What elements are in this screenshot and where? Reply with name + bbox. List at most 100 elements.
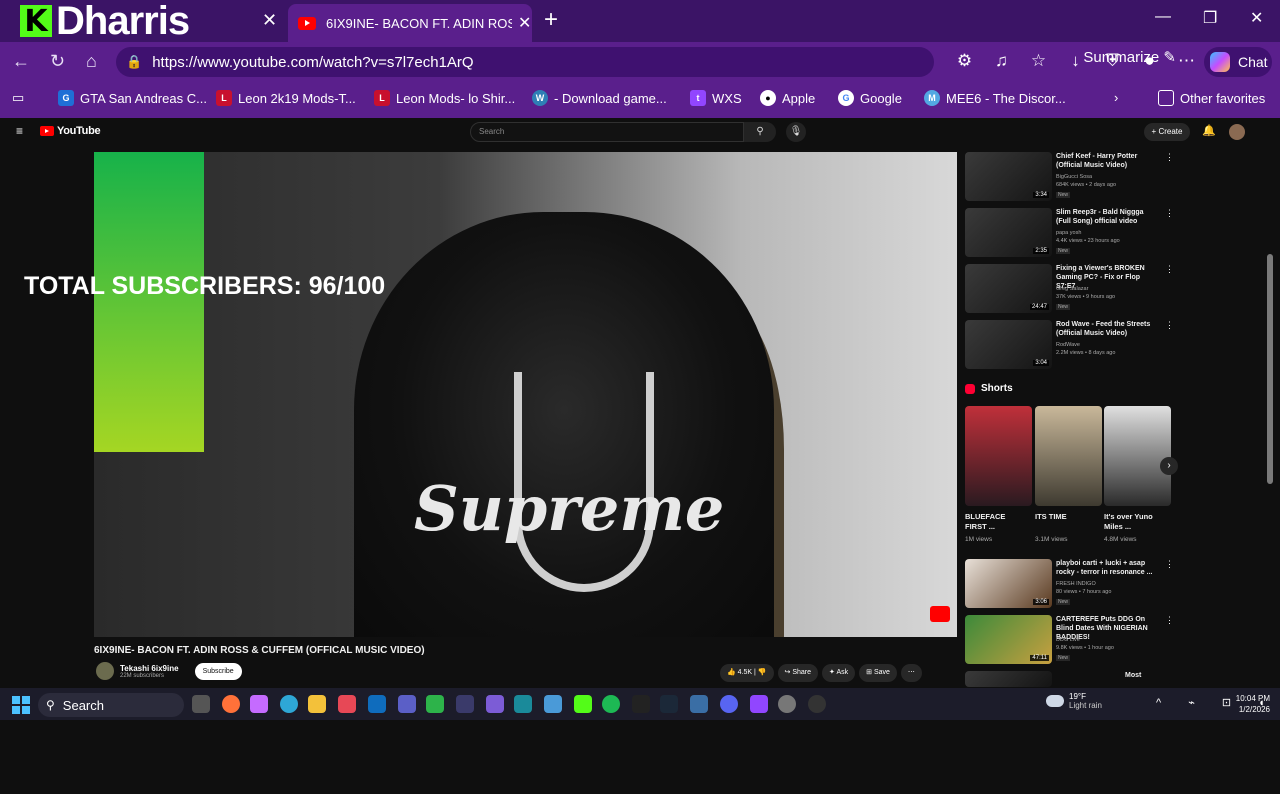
youtube-logo[interactable]: YouTube (40, 125, 101, 137)
media-icon[interactable]: ♫ (983, 51, 1020, 71)
clock[interactable]: 10:04 PM 1/2/2026 (1222, 693, 1270, 715)
home-icon[interactable]: ⌂ (86, 51, 97, 72)
back-icon[interactable]: ← (12, 51, 30, 72)
restore-icon[interactable]: ❐ (1203, 8, 1217, 28)
new-tab-button[interactable]: + (544, 6, 558, 34)
short-title[interactable]: ITS TIME (1035, 512, 1095, 522)
app-icon[interactable] (486, 695, 504, 713)
list-item[interactable]: 3:34 Chief Keef - Harry Potter (Official… (965, 152, 1175, 202)
tab-close-icon[interactable]: ✕ (518, 13, 531, 33)
favorite-item[interactable]: G Google (838, 90, 902, 106)
more-actions-icon[interactable]: ⋯ (900, 664, 922, 682)
channel-avatar[interactable] (96, 662, 114, 680)
list-item[interactable]: 24:47 Fixing a Viewer's BROKEN Gaming PC… (965, 264, 1175, 314)
share-button[interactable]: ↪ Share (777, 664, 819, 682)
video-channel[interactable]: papa yosh (1056, 230, 1081, 237)
favorite-item[interactable]: t WXS (690, 90, 742, 106)
more-icon[interactable]: ⋮ (1165, 559, 1174, 570)
video-thumbnail[interactable]: 3:34 (965, 152, 1052, 201)
channel-name[interactable]: Tekashi 6ix9ine (120, 664, 179, 673)
microphone-icon[interactable]: 🎙 (786, 122, 806, 142)
more-icon[interactable]: ⋮ (1165, 320, 1174, 331)
video-thumbnail[interactable]: 2:35 (965, 208, 1052, 257)
video-thumbnail[interactable]: 3:06 (965, 559, 1052, 608)
downloads-icon[interactable]: ↓ (1057, 51, 1094, 71)
shorts-next-chevron-icon[interactable]: › (1160, 457, 1178, 475)
video-channel[interactable]: BigGucci Sosa (1056, 174, 1092, 181)
list-item[interactable]: 2:35 Slim Reep3r - Bald Niggga (Full Son… (965, 208, 1175, 258)
spotify-icon[interactable] (602, 695, 620, 713)
address-bar[interactable]: 🔒 https://www.youtube.com/watch?v=s7l7ec… (116, 47, 934, 77)
copilot-chat-button[interactable]: Chat (1204, 47, 1272, 77)
shield-icon[interactable]: ⛨ (1094, 51, 1131, 71)
refresh-icon[interactable]: ↻ (50, 51, 65, 72)
favorites-icon[interactable]: ☆ (1020, 51, 1057, 71)
short-thumbnail[interactable] (1104, 406, 1171, 506)
close-window-icon[interactable]: ✕ (1250, 8, 1263, 28)
video-title[interactable]: Chief Keef - Harry Potter (Official Musi… (1056, 152, 1160, 170)
list-item[interactable]: 3:04 Rod Wave - Feed the Streets (Offici… (965, 320, 1175, 370)
video-channel[interactable]: DDG Live (1056, 637, 1080, 644)
list-item[interactable]: 47:11 CARTEREFE Puts DDG On Blind Dates … (965, 615, 1175, 665)
windows-start-icon[interactable] (12, 696, 30, 714)
favorite-item[interactable]: M MEE6 - The Discor... (924, 90, 1066, 106)
more-icon[interactable]: ⋮ (1165, 152, 1174, 163)
minimize-icon[interactable]: — (1155, 8, 1171, 26)
tab-active[interactable]: 6IX9INE- BACON FT. ADIN ROSS & CUFFEM ✕ (288, 4, 532, 42)
app-icon[interactable] (808, 695, 826, 713)
weather-widget[interactable]: 19°F Light rain (1046, 692, 1102, 710)
discord-icon[interactable] (720, 695, 738, 713)
save-button[interactable]: ⊞ Save (859, 664, 897, 682)
subscribe-button[interactable]: Subscribe (194, 662, 242, 680)
video-thumbnail[interactable] (965, 671, 1052, 687)
kick-icon[interactable] (574, 695, 592, 713)
settings-gear-icon[interactable] (778, 695, 796, 713)
favorite-item[interactable]: ● Apple (760, 90, 815, 106)
tab-close-icon[interactable]: ✕ (262, 10, 277, 31)
search-icon[interactable]: ⚲ (744, 122, 776, 142)
video-thumbnail[interactable]: 47:11 (965, 615, 1052, 664)
more-icon[interactable]: ⋮ (1165, 615, 1174, 626)
app-icon[interactable] (456, 695, 474, 713)
task-view-icon[interactable] (192, 695, 210, 713)
outlook-icon[interactable] (368, 695, 386, 713)
copilot-icon[interactable] (250, 695, 268, 713)
video-title[interactable]: Rod Wave - Feed the Streets (Official Mu… (1056, 320, 1160, 338)
lock-icon[interactable]: 🔒 (126, 54, 142, 70)
short-title[interactable]: It's over Yuno Miles ... (1104, 512, 1164, 532)
ask-button[interactable]: ✦ Ask (822, 664, 856, 682)
taskbar-search[interactable]: ⚲ Search (38, 693, 184, 717)
menu-icon[interactable]: ≡ (16, 124, 23, 138)
video-title[interactable]: Slim Reep3r - Bald Niggga (Full Song) of… (1056, 208, 1160, 226)
favorite-item[interactable]: W - Download game... (532, 90, 667, 106)
teams-icon[interactable] (398, 695, 416, 713)
edge-icon[interactable] (280, 695, 298, 713)
photos-icon[interactable] (544, 695, 562, 713)
favorite-item[interactable]: L Leon 2k19 Mods-T... (216, 90, 356, 106)
video-title[interactable]: playboi carti + lucki + asap rocky - ter… (1056, 559, 1160, 577)
short-thumbnail[interactable] (1035, 406, 1102, 506)
steam-icon[interactable] (660, 695, 678, 713)
url-text[interactable]: https://www.youtube.com/watch?v=s7l7ech1… (152, 54, 473, 71)
video-thumbnail[interactable]: 3:04 (965, 320, 1052, 369)
like-button[interactable]: 👍 4.5K | 👎 (720, 664, 774, 682)
video-player[interactable]: Supreme (94, 152, 957, 637)
more-icon[interactable]: ⋮ (1165, 264, 1174, 275)
scrollbar-thumb[interactable] (1267, 254, 1273, 484)
app-icon[interactable] (338, 695, 356, 713)
epic-games-icon[interactable] (632, 695, 650, 713)
short-title[interactable]: BLUEFACE FIRST ... (965, 512, 1025, 532)
search-input[interactable]: Search (470, 122, 744, 142)
subscribe-watermark-icon[interactable] (930, 606, 950, 622)
app-icon[interactable] (690, 695, 708, 713)
twitch-icon[interactable] (750, 695, 768, 713)
app-icon[interactable] (426, 695, 444, 713)
favorites-overflow-chevron-icon[interactable]: › (1114, 90, 1118, 105)
reading-view-icon[interactable]: ▭ (12, 90, 24, 106)
file-explorer-icon[interactable] (308, 695, 326, 713)
video-title[interactable]: Most (1125, 671, 1175, 680)
list-item[interactable]: Most (965, 671, 1175, 687)
short-thumbnail[interactable] (965, 406, 1032, 506)
app-icon[interactable] (514, 695, 532, 713)
video-thumbnail[interactable]: 24:47 (965, 264, 1052, 313)
